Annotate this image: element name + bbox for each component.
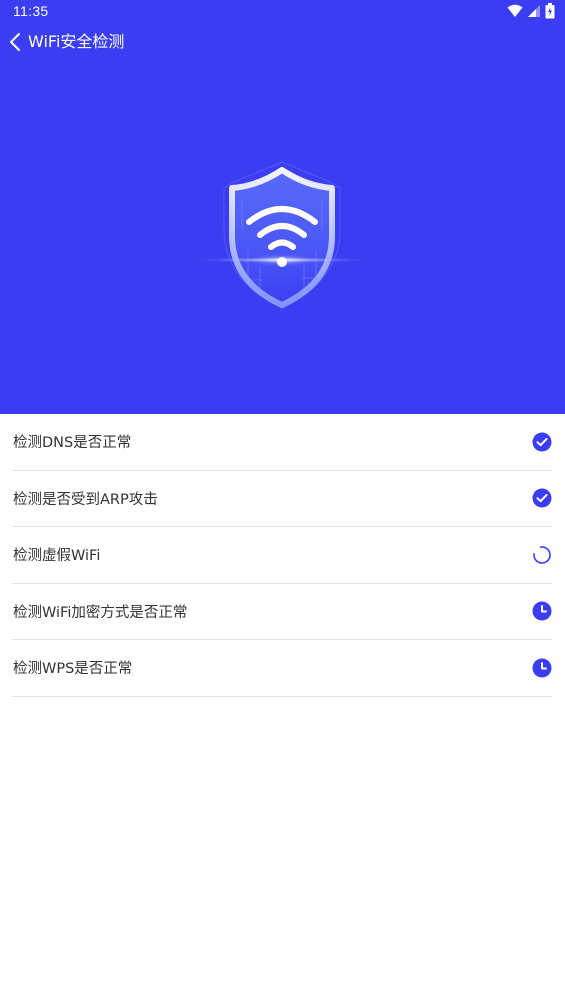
title-bar: WiFi安全检测 [0, 28, 565, 56]
check-item-dns: 检测DNS是否正常 [12, 414, 552, 471]
status-bar: 11:35 [0, 0, 565, 22]
check-item-arp: 检测是否受到ARP攻击 [12, 471, 552, 527]
check-item-fake-wifi: 检测虚假WiFi [12, 527, 552, 584]
wifi-shield-illustration [187, 161, 377, 309]
clock-icon [532, 658, 552, 678]
page-title: WiFi安全检测 [28, 32, 125, 51]
battery-icon [545, 3, 555, 19]
check-label: 检测WiFi加密方式是否正常 [13, 604, 188, 621]
check-item-wps: 检测WPS是否正常 [12, 640, 552, 697]
wifi-signal-icon [507, 4, 523, 17]
check-label: 检测WPS是否正常 [13, 661, 133, 678]
clock-icon [532, 601, 552, 621]
check-circle-icon [532, 488, 552, 508]
chevron-left-icon [10, 33, 20, 51]
back-button[interactable] [4, 28, 26, 56]
hero-banner: 11:35 WiFi安全检测 [0, 0, 565, 414]
cell-signal-icon [528, 5, 540, 17]
check-item-wifi-encryption: 检测WiFi加密方式是否正常 [12, 584, 552, 640]
spinner-icon [532, 545, 552, 565]
check-label: 检测是否受到ARP攻击 [13, 491, 158, 508]
check-label: 检测DNS是否正常 [13, 435, 132, 452]
security-check-list: 检测DNS是否正常 检测是否受到ARP攻击 检测虚假WiFi 检测WiFi加密方… [12, 414, 552, 697]
check-circle-icon [532, 432, 552, 452]
check-label: 检测虚假WiFi [13, 548, 101, 565]
status-icons [507, 3, 555, 19]
status-time: 11:35 [13, 3, 49, 19]
